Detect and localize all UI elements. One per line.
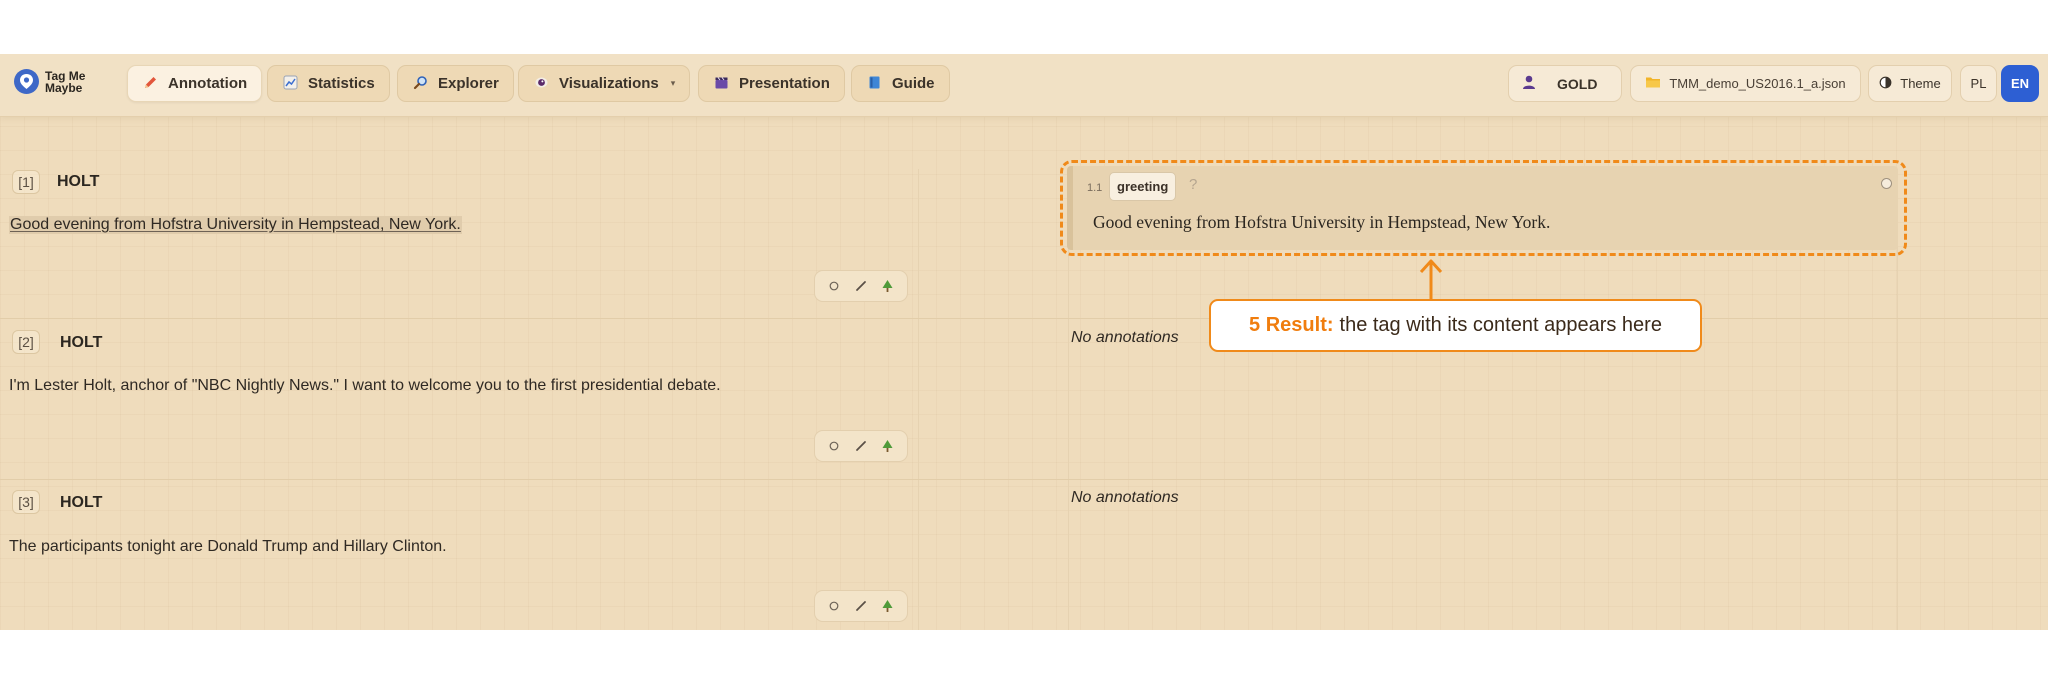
tab-annotation[interactable]: Annotation — [127, 65, 263, 102]
segment-index: [3] — [12, 490, 40, 514]
callout-arrow-icon — [1419, 259, 1443, 299]
chart-icon — [282, 75, 298, 93]
eye-icon — [533, 75, 549, 93]
logo-icon — [14, 69, 39, 94]
tab-guide-label: Guide — [892, 75, 935, 92]
logo-text: Tag Me Maybe — [45, 68, 86, 95]
book-icon — [866, 75, 882, 93]
tab-visualizations[interactable]: Visualizations ▾ — [518, 65, 691, 102]
segment-tools — [814, 430, 908, 462]
lang-pl-button[interactable]: PL — [1960, 65, 1997, 102]
tree-icon[interactable] — [879, 437, 897, 455]
magnifier-icon — [412, 75, 428, 93]
annotation-index: 1.1 — [1087, 182, 1103, 194]
segment-index: [1] — [12, 170, 40, 194]
column-divider — [918, 169, 919, 630]
theme-label: Theme — [1900, 76, 1941, 91]
tag-chip[interactable]: greeting — [1109, 172, 1177, 201]
tab-guide[interactable]: Guide — [851, 65, 950, 102]
annotation-card[interactable]: 1.1 greeting ? Good evening from Hofstra… — [1067, 166, 1898, 250]
lang-en-button[interactable]: EN — [2001, 65, 2039, 102]
theme-toggle[interactable]: Theme — [1868, 65, 1952, 102]
app-logo[interactable]: Tag Me Maybe — [14, 69, 97, 94]
callout-text: the tag with its content appears here — [1339, 314, 1662, 336]
tab-statistics[interactable]: Statistics — [267, 65, 390, 102]
callout-lead: 5 Result: — [1249, 314, 1334, 336]
user-label: GOLD — [1557, 75, 1598, 92]
app-window: Tag Me Maybe Annotation Statistics Explo… — [0, 54, 2048, 630]
tab-explorer-label: Explorer — [438, 75, 499, 92]
segment-text[interactable]: Good evening from Hofstra University in … — [9, 216, 462, 234]
tab-presentation[interactable]: Presentation — [698, 65, 845, 102]
pencil-icon — [142, 75, 158, 93]
speaker-name: HOLT — [60, 334, 103, 351]
clapper-icon — [713, 75, 729, 93]
brush-icon[interactable] — [852, 597, 870, 615]
tab-annotation-label: Annotation — [168, 75, 248, 92]
segment-tools — [814, 590, 908, 622]
tab-explorer[interactable]: Explorer — [397, 65, 514, 102]
segment-tools — [814, 270, 908, 302]
row-divider — [0, 318, 2048, 319]
speaker-name: HOLT — [57, 173, 100, 190]
theme-icon — [1879, 76, 1892, 92]
tab-statistics-label: Statistics — [308, 75, 375, 92]
speaker-name: HOLT — [60, 494, 103, 511]
segment-text[interactable]: I'm Lester Holt, anchor of "NBC Nightly … — [9, 377, 721, 395]
top-bar: Tag Me Maybe Annotation Statistics Explo… — [0, 54, 2048, 117]
tab-visualizations-label: Visualizations — [559, 75, 659, 92]
tree-icon[interactable] — [879, 597, 897, 615]
tutorial-callout: 5 Result: the tag with its content appea… — [1209, 299, 1702, 352]
circle-icon[interactable] — [825, 597, 843, 615]
row-divider — [0, 479, 2048, 480]
help-icon[interactable]: ? — [1189, 176, 1197, 193]
brush-icon[interactable] — [852, 437, 870, 455]
file-selector[interactable]: TMM_demo_US2016.1_a.json — [1630, 65, 1861, 102]
no-annotations-label: No annotations — [1071, 489, 1179, 506]
annotation-content: Good evening from Hofstra University in … — [1093, 212, 1551, 232]
brush-icon[interactable] — [852, 277, 870, 295]
chevron-down-icon: ▾ — [670, 78, 676, 88]
folder-icon — [1645, 75, 1661, 92]
circle-icon[interactable] — [825, 277, 843, 295]
circle-icon[interactable] — [825, 437, 843, 455]
file-label: TMM_demo_US2016.1_a.json — [1669, 76, 1846, 91]
no-annotations-label: No annotations — [1071, 329, 1179, 346]
tree-icon[interactable] — [879, 277, 897, 295]
tab-presentation-label: Presentation — [739, 75, 830, 92]
segment-text[interactable]: The participants tonight are Donald Trum… — [9, 538, 447, 556]
user-selector[interactable]: GOLD — [1508, 65, 1622, 102]
segment-index: [2] — [12, 330, 40, 354]
annotation-select-radio[interactable] — [1881, 178, 1892, 189]
user-icon — [1521, 74, 1537, 93]
